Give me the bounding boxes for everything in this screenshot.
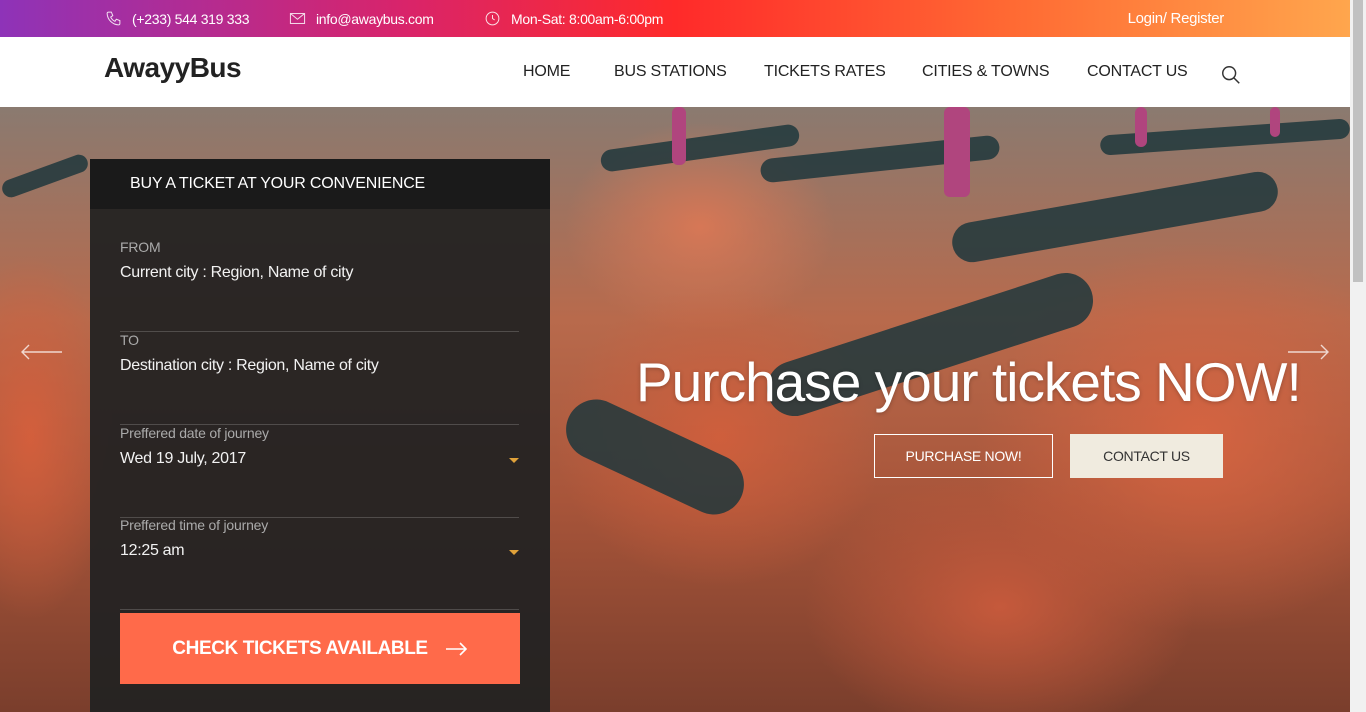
to-label: TO (120, 332, 139, 348)
hours-info: Mon-Sat: 8:00am-6:00pm (484, 0, 663, 37)
phone-info[interactable]: (+233) 544 319 333 (105, 0, 250, 37)
date-field[interactable]: Preffered date of journey Wed 19 July, 2… (120, 425, 519, 518)
email-address: info@awaybus.com (316, 10, 434, 27)
site-header: AwayyBus HOME BUS STATIONS TICKETS RATES… (0, 37, 1350, 107)
pole-decoration (944, 107, 970, 197)
date-label: Preffered date of journey (120, 425, 269, 441)
slider-prev-arrow-icon[interactable] (20, 344, 62, 360)
site-logo[interactable]: AwayyBus (104, 52, 242, 84)
hero-headline: Purchase your tickets NOW! (636, 351, 1302, 413)
search-icon[interactable] (1220, 64, 1242, 86)
caret-down-icon[interactable] (509, 550, 519, 555)
opening-hours: Mon-Sat: 8:00am-6:00pm (511, 10, 664, 27)
time-label: Preffered time of journey (120, 517, 269, 533)
nav-item-home[interactable]: HOME (523, 63, 570, 81)
phone-icon (106, 11, 121, 26)
hero-contact-us-button[interactable]: CONTACT US (1070, 434, 1223, 478)
nav-item-tickets-rates[interactable]: TICKETS RATES (764, 63, 886, 81)
date-select[interactable]: Wed 19 July, 2017 (120, 450, 246, 468)
from-input[interactable]: Current city : Region, Name of city (120, 264, 353, 282)
pole-decoration (1270, 107, 1280, 137)
from-label: FROM (120, 239, 161, 255)
seat-handle-decoration (949, 168, 1281, 266)
nav-item-cities-towns[interactable]: CITIES & TOWNS (922, 63, 1049, 81)
scrollbar-thumb[interactable] (1353, 0, 1363, 282)
phone-number: (+233) 544 319 333 (132, 10, 250, 27)
nav-item-bus-stations[interactable]: BUS STATIONS (614, 63, 727, 81)
to-input[interactable]: Destination city : Region, Name of city (120, 357, 379, 375)
pole-decoration (1135, 107, 1147, 147)
login-register-link[interactable]: Login/ Register (1128, 0, 1225, 37)
from-field[interactable]: FROM Current city : Region, Name of city (120, 239, 519, 332)
caret-down-icon[interactable] (509, 458, 519, 463)
check-tickets-label: CHECK TICKETS AVAILABLE (172, 637, 428, 659)
ticket-booking-panel: BUY A TICKET AT YOUR CONVENIENCE FROM Cu… (90, 159, 550, 712)
booking-panel-title: BUY A TICKET AT YOUR CONVENIENCE (90, 159, 550, 209)
page-scrollbar[interactable] (1350, 0, 1366, 712)
time-select[interactable]: 12:25 am (120, 542, 185, 560)
seat-handle-decoration (0, 152, 91, 200)
clock-icon (485, 11, 500, 26)
pole-decoration (672, 107, 686, 165)
arrow-right-icon (445, 641, 467, 656)
email-info[interactable]: info@awaybus.com (289, 0, 434, 37)
time-field[interactable]: Preffered time of journey 12:25 am (120, 517, 519, 610)
to-field[interactable]: TO Destination city : Region, Name of ci… (120, 332, 519, 425)
envelope-icon (289, 13, 306, 24)
check-tickets-button[interactable]: CHECK TICKETS AVAILABLE (120, 613, 520, 684)
nav-item-contact-us[interactable]: CONTACT US (1087, 63, 1188, 81)
purchase-now-button[interactable]: PURCHASE NOW! (874, 434, 1053, 478)
top-bar: (+233) 544 319 333 info@awaybus.com Mon-… (0, 0, 1350, 37)
